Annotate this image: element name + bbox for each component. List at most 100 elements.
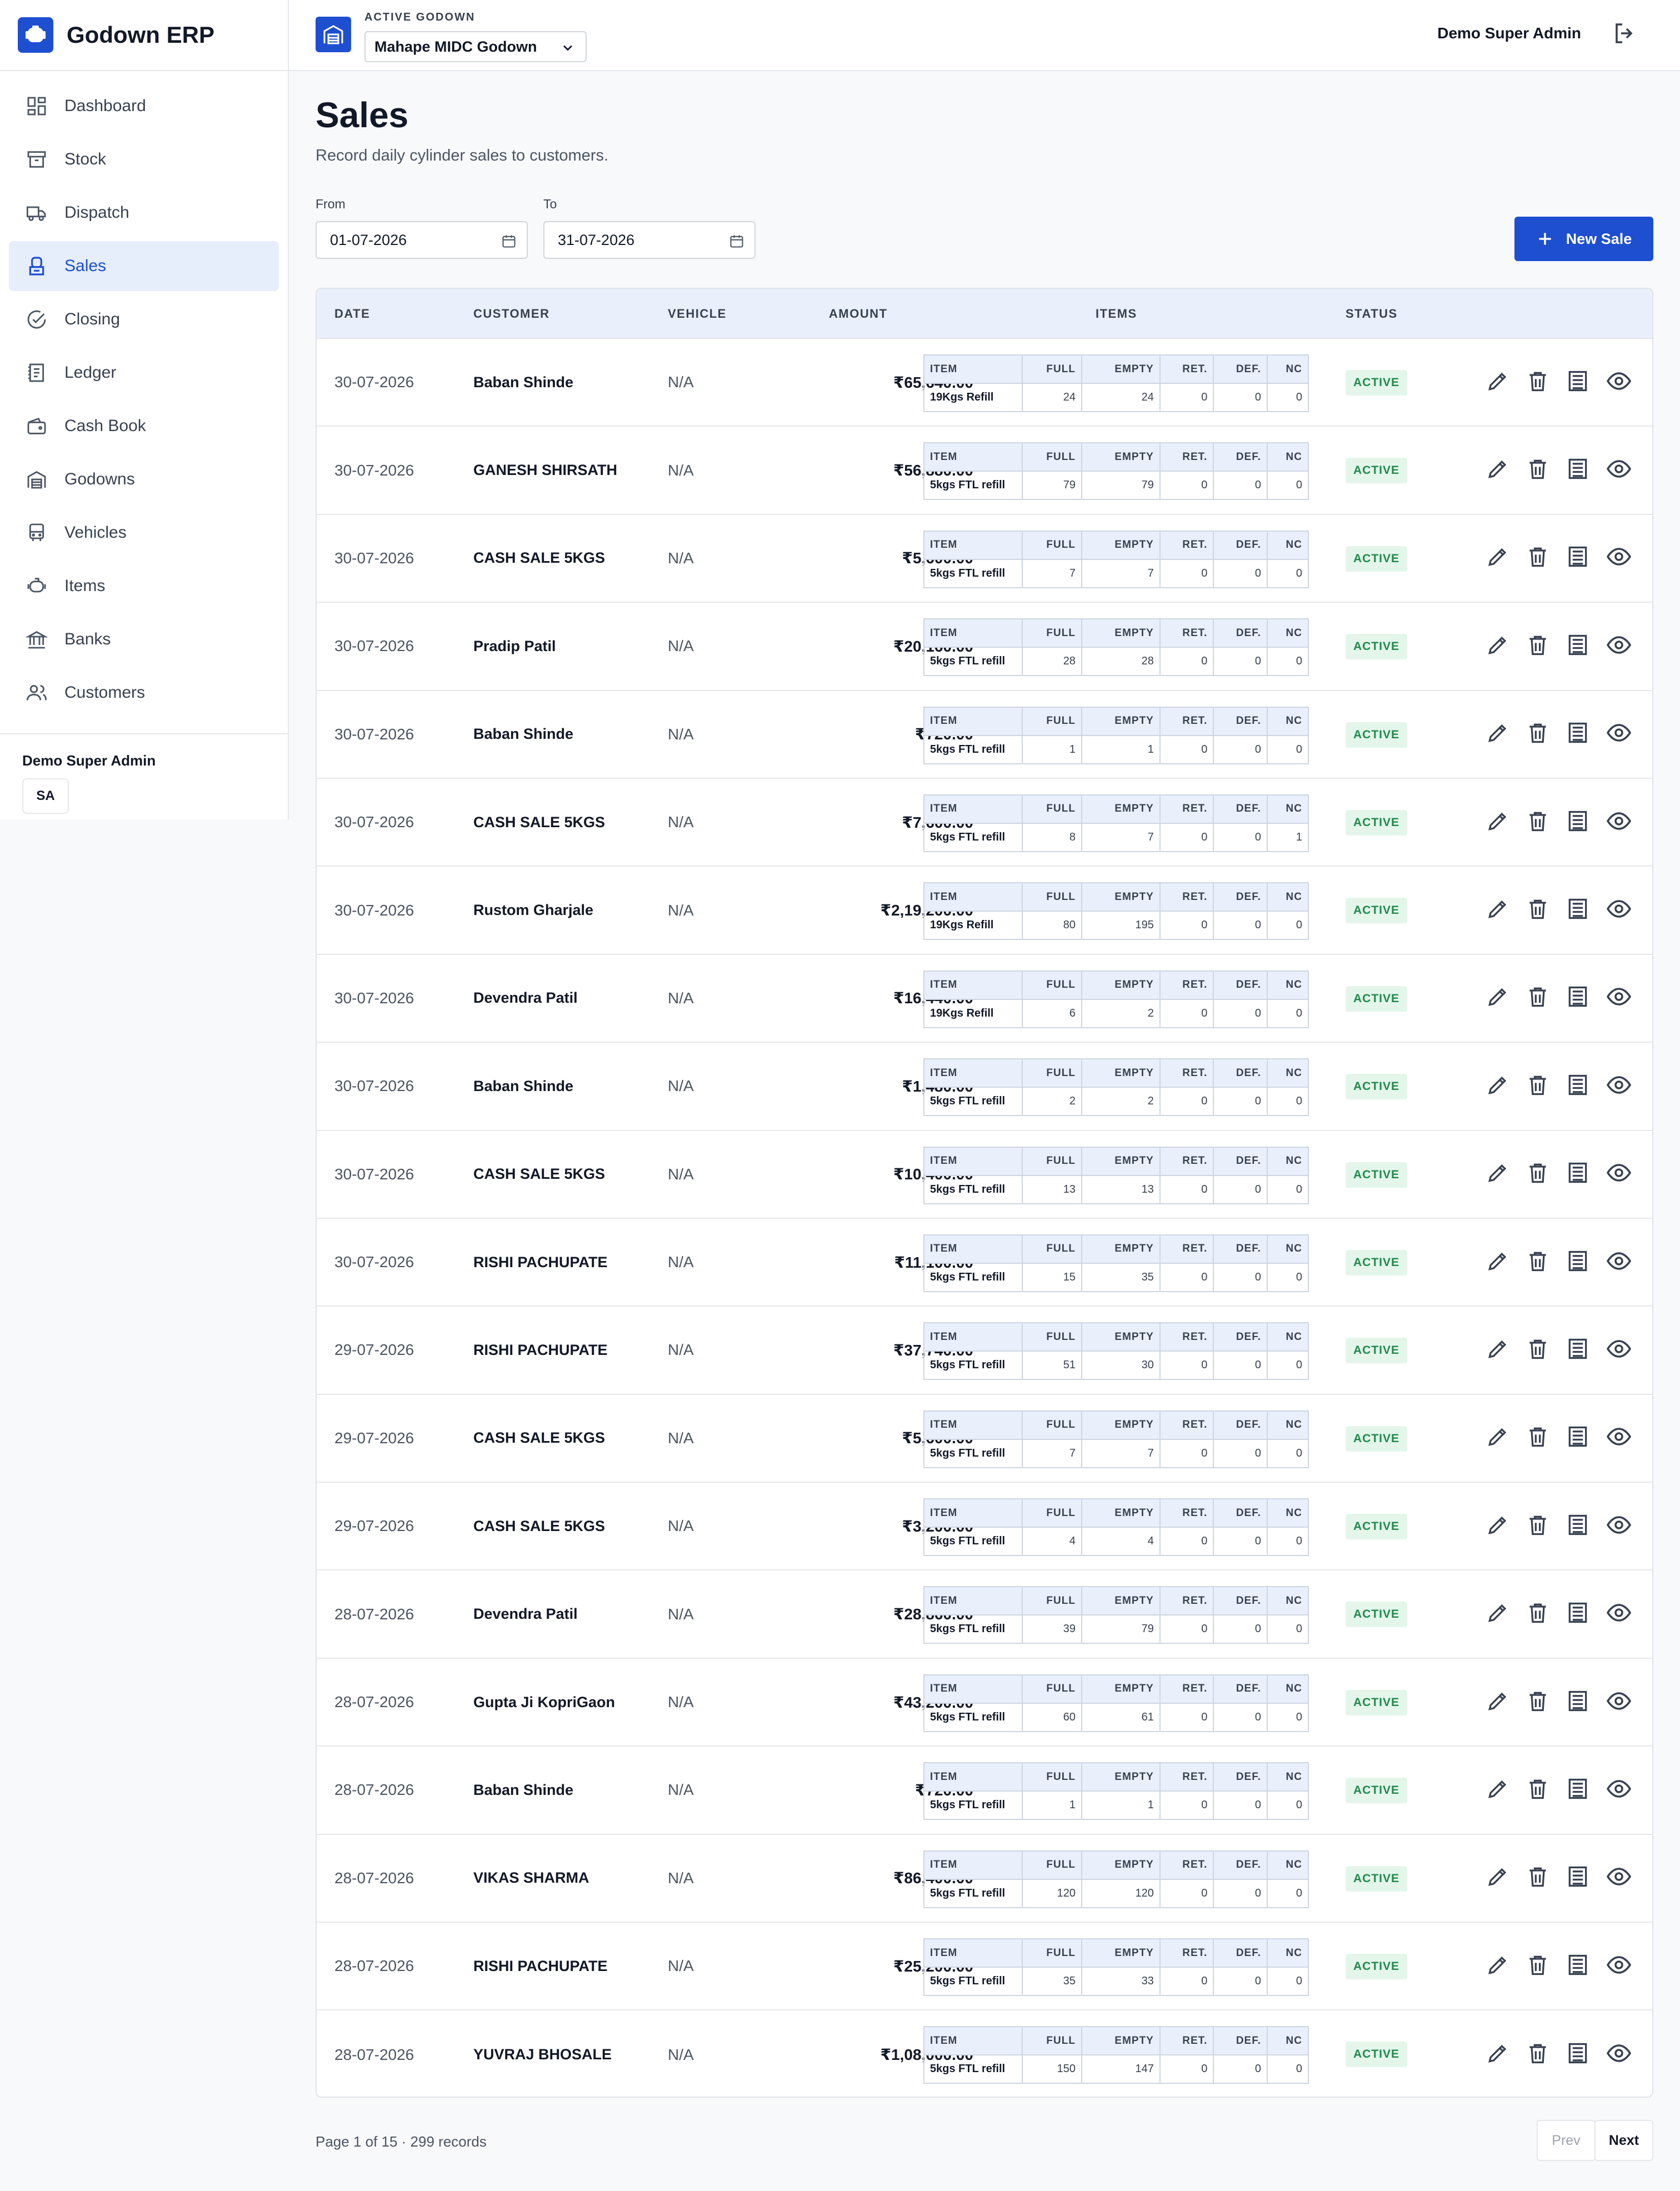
view-button[interactable] bbox=[1606, 515, 1632, 602]
invoice-button[interactable] bbox=[1566, 1923, 1590, 2009]
invoice-button[interactable] bbox=[1566, 1570, 1590, 1657]
edit-button[interactable] bbox=[1486, 1747, 1510, 1833]
sidebar-item-customers[interactable]: Customers bbox=[9, 668, 279, 718]
invoice-button[interactable] bbox=[1566, 427, 1590, 513]
delete-button[interactable] bbox=[1526, 1570, 1550, 1657]
view-button[interactable] bbox=[1606, 339, 1632, 426]
delete-button[interactable] bbox=[1526, 1835, 1550, 1922]
delete-button[interactable] bbox=[1526, 603, 1550, 689]
view-button[interactable] bbox=[1606, 603, 1632, 689]
edit-button[interactable] bbox=[1486, 1659, 1510, 1745]
view-button[interactable] bbox=[1606, 779, 1632, 866]
brand[interactable]: Godown ERP bbox=[0, 0, 288, 71]
delete-button[interactable] bbox=[1526, 1219, 1550, 1305]
invoice-button[interactable] bbox=[1566, 1131, 1590, 1218]
edit-button[interactable] bbox=[1486, 1923, 1510, 2009]
edit-button[interactable] bbox=[1486, 1131, 1510, 1218]
edit-button[interactable] bbox=[1486, 1043, 1510, 1129]
edit-button[interactable] bbox=[1486, 2010, 1510, 2097]
edit-button[interactable] bbox=[1486, 1307, 1510, 1393]
view-button[interactable] bbox=[1606, 1395, 1632, 1482]
view-button[interactable] bbox=[1606, 1835, 1632, 1922]
sidebar-item-dispatch[interactable]: Dispatch bbox=[9, 188, 279, 238]
sidebar-item-items[interactable]: Items bbox=[9, 561, 279, 611]
calendar-icon[interactable] bbox=[501, 233, 517, 253]
sidebar-item-banks[interactable]: Banks bbox=[9, 614, 279, 664]
delete-button[interactable] bbox=[1526, 779, 1550, 866]
logout-icon[interactable] bbox=[1611, 20, 1638, 49]
view-button[interactable] bbox=[1606, 691, 1632, 778]
invoice-button[interactable] bbox=[1566, 1659, 1590, 1745]
sidebar-item-vehicles[interactable]: Vehicles bbox=[9, 508, 279, 558]
edit-button[interactable] bbox=[1486, 955, 1510, 1042]
edit-button[interactable] bbox=[1486, 1835, 1510, 1922]
invoice-button[interactable] bbox=[1566, 2010, 1590, 2097]
delete-button[interactable] bbox=[1526, 867, 1550, 953]
invoice-button[interactable] bbox=[1566, 1307, 1590, 1393]
view-button[interactable] bbox=[1606, 1747, 1632, 1833]
view-button[interactable] bbox=[1606, 955, 1632, 1042]
invoice-button[interactable] bbox=[1566, 691, 1590, 778]
view-button[interactable] bbox=[1606, 1659, 1632, 1745]
view-button[interactable] bbox=[1606, 427, 1632, 513]
delete-button[interactable] bbox=[1526, 515, 1550, 602]
edit-button[interactable] bbox=[1486, 339, 1510, 426]
delete-button[interactable] bbox=[1526, 955, 1550, 1042]
invoice-button[interactable] bbox=[1566, 1835, 1590, 1922]
view-button[interactable] bbox=[1606, 2010, 1632, 2097]
new-sale-button[interactable]: New Sale bbox=[1514, 217, 1653, 261]
invoice-button[interactable] bbox=[1566, 955, 1590, 1042]
delete-button[interactable] bbox=[1526, 1395, 1550, 1482]
invoice-button[interactable] bbox=[1566, 779, 1590, 866]
godown-select[interactable]: Mahape MIDC Godown bbox=[364, 31, 587, 62]
delete-button[interactable] bbox=[1526, 1483, 1550, 1569]
sidebar-item-cash-book[interactable]: Cash Book bbox=[9, 401, 279, 451]
invoice-button[interactable] bbox=[1566, 867, 1590, 953]
edit-button[interactable] bbox=[1486, 1483, 1510, 1569]
sidebar-item-stock[interactable]: Stock bbox=[9, 134, 279, 184]
edit-button[interactable] bbox=[1486, 779, 1510, 866]
to-date-input[interactable]: 31-07-2026 bbox=[543, 221, 756, 259]
view-button[interactable] bbox=[1606, 1483, 1632, 1569]
edit-button[interactable] bbox=[1486, 867, 1510, 953]
delete-button[interactable] bbox=[1526, 1923, 1550, 2009]
sidebar-item-ledger[interactable]: Ledger bbox=[9, 348, 279, 398]
next-button[interactable]: Next bbox=[1594, 2120, 1653, 2161]
edit-button[interactable] bbox=[1486, 515, 1510, 602]
view-button[interactable] bbox=[1606, 1219, 1632, 1305]
delete-button[interactable] bbox=[1526, 427, 1550, 513]
prev-button[interactable]: Prev bbox=[1537, 2120, 1596, 2161]
view-button[interactable] bbox=[1606, 1923, 1632, 2009]
invoice-button[interactable] bbox=[1566, 1219, 1590, 1305]
view-button[interactable] bbox=[1606, 1307, 1632, 1393]
view-button[interactable] bbox=[1606, 1043, 1632, 1129]
invoice-button[interactable] bbox=[1566, 339, 1590, 426]
edit-button[interactable] bbox=[1486, 691, 1510, 778]
invoice-button[interactable] bbox=[1566, 1747, 1590, 1833]
invoice-button[interactable] bbox=[1566, 1483, 1590, 1569]
calendar-icon[interactable] bbox=[729, 233, 744, 253]
sidebar-item-dashboard[interactable]: Dashboard bbox=[9, 81, 279, 131]
invoice-button[interactable] bbox=[1566, 603, 1590, 689]
delete-button[interactable] bbox=[1526, 1043, 1550, 1129]
invoice-button[interactable] bbox=[1566, 1043, 1590, 1129]
delete-button[interactable] bbox=[1526, 1747, 1550, 1833]
from-date-input[interactable]: 01-07-2026 bbox=[316, 221, 528, 259]
avatar[interactable]: SA bbox=[22, 778, 69, 814]
delete-button[interactable] bbox=[1526, 2010, 1550, 2097]
invoice-button[interactable] bbox=[1566, 515, 1590, 602]
edit-button[interactable] bbox=[1486, 1219, 1510, 1305]
delete-button[interactable] bbox=[1526, 1659, 1550, 1745]
delete-button[interactable] bbox=[1526, 1307, 1550, 1393]
delete-button[interactable] bbox=[1526, 1131, 1550, 1218]
edit-button[interactable] bbox=[1486, 603, 1510, 689]
sidebar-item-sales[interactable]: Sales bbox=[9, 241, 279, 291]
sidebar-item-closing[interactable]: Closing bbox=[9, 294, 279, 344]
edit-button[interactable] bbox=[1486, 1570, 1510, 1657]
delete-button[interactable] bbox=[1526, 691, 1550, 778]
edit-button[interactable] bbox=[1486, 427, 1510, 513]
view-button[interactable] bbox=[1606, 1131, 1632, 1218]
view-button[interactable] bbox=[1606, 1570, 1632, 1657]
view-button[interactable] bbox=[1606, 867, 1632, 953]
sidebar-item-godowns[interactable]: Godowns bbox=[9, 454, 279, 504]
